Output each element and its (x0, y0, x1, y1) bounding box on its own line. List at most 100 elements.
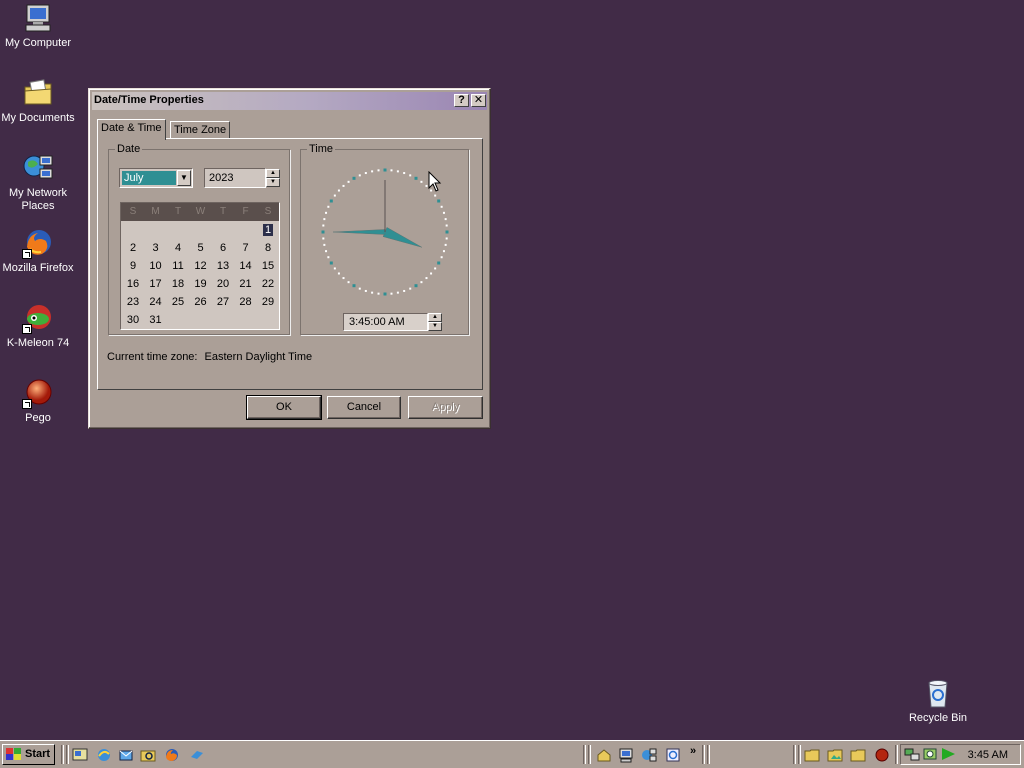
tab-time-zone[interactable]: Time Zone (170, 121, 231, 139)
help-button[interactable]: ? (454, 94, 469, 107)
calendar-day[interactable]: 9 (122, 258, 144, 274)
spin-down-icon[interactable]: ▼ (428, 322, 442, 331)
clock-hour-mark (352, 176, 356, 180)
network-icon[interactable] (904, 746, 920, 762)
clock-hour-mark (437, 261, 441, 265)
calendar-day[interactable]: 24 (145, 294, 167, 310)
desktop-icon-recycle-bin[interactable]: Recycle Bin (900, 677, 976, 725)
volume-icon[interactable] (922, 746, 938, 762)
calendar-day[interactable]: 11 (167, 258, 189, 274)
calendar-day[interactable]: 10 (145, 258, 167, 274)
close-button[interactable]: ✕ (471, 94, 486, 107)
pego-icon[interactable] (874, 747, 890, 763)
image-folder-icon[interactable] (827, 747, 843, 763)
network-places-icon[interactable] (641, 747, 657, 763)
time-input[interactable]: 3:45:00 AM (343, 313, 428, 331)
firefox-icon[interactable] (164, 747, 180, 763)
spin-down-icon[interactable]: ▼ (266, 178, 280, 187)
desktop-icon-my-documents[interactable]: My Documents (0, 77, 76, 125)
desktop-icon-firefox[interactable]: Mozilla Firefox (0, 227, 76, 275)
spin-up-icon[interactable]: ▲ (266, 169, 280, 178)
clock-hour-mark (445, 230, 449, 234)
shortcut-arrow-icon (22, 324, 32, 334)
calendar-day[interactable]: 7 (235, 240, 257, 256)
folder-documents-icon (22, 77, 54, 109)
calendar-day[interactable]: 12 (190, 258, 212, 274)
folder-icon[interactable] (850, 747, 866, 763)
dialog-titlebar[interactable]: Date/Time Properties ? ✕ (92, 92, 487, 110)
month-dropdown[interactable]: July ▼ (119, 168, 193, 188)
calendar-day[interactable]: 15 (257, 258, 279, 274)
clock-minute-mark (358, 174, 361, 177)
folder-icon[interactable] (804, 747, 820, 763)
taskbar-separator (895, 745, 898, 764)
calendar-day[interactable]: 25 (167, 294, 189, 310)
clock-minute-mark (390, 292, 393, 295)
calendar-day[interactable]: 16 (122, 276, 144, 292)
clock-hour-mark (437, 199, 441, 203)
calendar-day[interactable]: 20 (212, 276, 234, 292)
weekday-header: S (129, 206, 137, 217)
calendar-day[interactable]: 5 (190, 240, 212, 256)
clock-minute-mark (390, 169, 393, 172)
month-value: July (122, 171, 176, 185)
calendar-day[interactable]: 3 (145, 240, 167, 256)
calendar-day[interactable]: 8 (257, 240, 279, 256)
ie-icon[interactable] (96, 747, 112, 763)
calendar-day[interactable]: 4 (167, 240, 189, 256)
calendar-day[interactable]: 2 (122, 240, 144, 256)
apply-button[interactable]: Apply (408, 396, 483, 419)
calendar-day[interactable]: 13 (212, 258, 234, 274)
spin-up-icon[interactable]: ▲ (428, 313, 442, 322)
calendar-day[interactable]: 27 (212, 294, 234, 310)
clock-minute-mark (364, 172, 367, 175)
calendar-day[interactable]: 26 (190, 294, 212, 310)
messenger-icon[interactable] (189, 747, 205, 763)
firefox-icon (22, 227, 54, 259)
explorer-icon[interactable] (140, 747, 156, 763)
calendar-day[interactable]: 21 (235, 276, 257, 292)
year-spinner[interactable]: ▲ ▼ (266, 169, 280, 187)
home-network-icon[interactable] (596, 747, 612, 763)
computer-icon[interactable] (618, 747, 634, 763)
desktop-icon-network-places[interactable]: My Network Places (0, 152, 76, 213)
current-timezone-text: Current time zone: Eastern Daylight Time (107, 351, 312, 363)
ok-button[interactable]: OK (246, 395, 322, 420)
calendar-day[interactable]: 18 (167, 276, 189, 292)
tab-date-time[interactable]: Date & Time (97, 119, 166, 140)
start-button[interactable]: Start (2, 744, 55, 765)
media-play-icon[interactable] (940, 746, 956, 762)
time-spinner[interactable]: ▲ ▼ (428, 313, 442, 331)
show-desktop-icon[interactable] (72, 747, 88, 763)
clock-minute-mark (327, 205, 330, 208)
clock-minute-mark (347, 180, 350, 183)
desktop-icon-my-computer[interactable]: My Computer (0, 2, 76, 50)
quicklaunch-chevron[interactable]: » (690, 745, 696, 757)
clock-hour-hand (382, 227, 423, 248)
desktop-icon-kmeleon[interactable]: K-Meleon 74 (0, 302, 76, 350)
cancel-button[interactable]: Cancel (327, 396, 401, 419)
calendar-day[interactable]: 1 (257, 222, 279, 238)
calendar-day[interactable]: 23 (122, 294, 144, 310)
taskbar-clock[interactable]: 3:45 AM (968, 749, 1008, 761)
desktop-icon-pego[interactable]: Pego (0, 377, 76, 425)
calendar-day[interactable]: 31 (145, 312, 167, 328)
chevron-down-icon[interactable]: ▼ (177, 170, 191, 186)
calendar-day[interactable]: 17 (145, 276, 167, 292)
calendar-day[interactable]: 30 (122, 312, 144, 328)
calendar-weekday-header: SMTWTFS (121, 203, 279, 221)
calendar-day[interactable]: 14 (235, 258, 257, 274)
calendar-day[interactable]: 19 (190, 276, 212, 292)
calendar-day[interactable]: 22 (257, 276, 279, 292)
calendar-day[interactable]: 6 (212, 240, 234, 256)
year-field[interactable]: 2023 (204, 168, 266, 188)
date-groupbox: Date July ▼ 2023 ▲ ▼ SMTWTFS 1 2 3 4 5 6 7 8 9 10… (108, 143, 290, 335)
calendar-day[interactable]: 28 (235, 294, 257, 310)
clock-minute-mark (434, 194, 437, 197)
start-label: Start (25, 748, 51, 760)
calendar-day[interactable]: 29 (257, 294, 279, 310)
calendar-grid[interactable]: SMTWTFS 1 2 3 4 5 6 7 8 9 10 11 12 13 14 15 16 17 18 19 20 2… (120, 202, 280, 330)
outlook-icon[interactable] (118, 747, 134, 763)
refresh-icon[interactable] (665, 747, 681, 763)
clock-minute-mark (323, 218, 326, 221)
